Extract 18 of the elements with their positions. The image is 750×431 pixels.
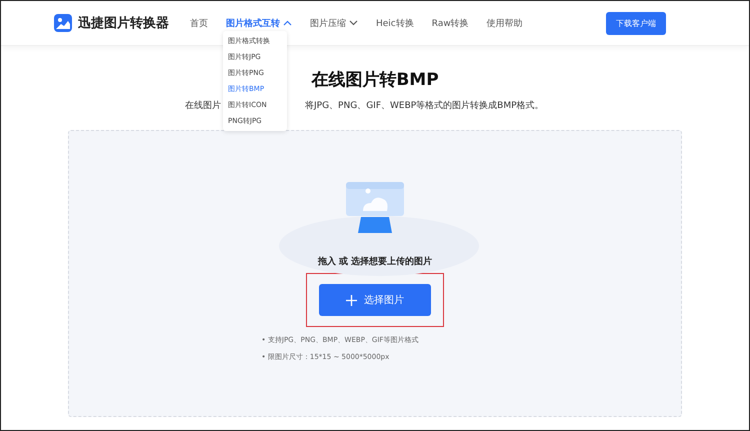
nav-item[interactable]: 首页 (190, 16, 208, 30)
picture-monitor-icon (345, 181, 405, 235)
brand-name: 迅捷图片转换器 (78, 15, 169, 32)
subtitle-text: 在线图片 (185, 100, 221, 112)
upload-prompt: 拖入 或 选择想要上传的图片 (318, 255, 432, 268)
plus-icon (346, 294, 357, 306)
download-button[interactable]: 下载客户端 (606, 12, 666, 34)
nav-item[interactable]: Heic转换 (376, 16, 414, 30)
nav-item[interactable]: 图片格式互转 (226, 16, 292, 30)
choose-image-button[interactable]: 选择图片 (319, 284, 431, 316)
subtitle-text: 将JPG、PNG、GIF、WEBP等格式的图片转换成BMP格式。 (305, 100, 544, 112)
nav-item[interactable]: 使用帮助 (486, 16, 523, 30)
caret-icon (349, 20, 358, 26)
nav-item[interactable]: 图片压缩 (310, 16, 358, 30)
page-title: 在线图片转BMP (311, 69, 439, 91)
caret-icon (283, 20, 292, 26)
logo-icon (54, 14, 72, 32)
nav-item[interactable]: Raw转换 (432, 16, 469, 30)
